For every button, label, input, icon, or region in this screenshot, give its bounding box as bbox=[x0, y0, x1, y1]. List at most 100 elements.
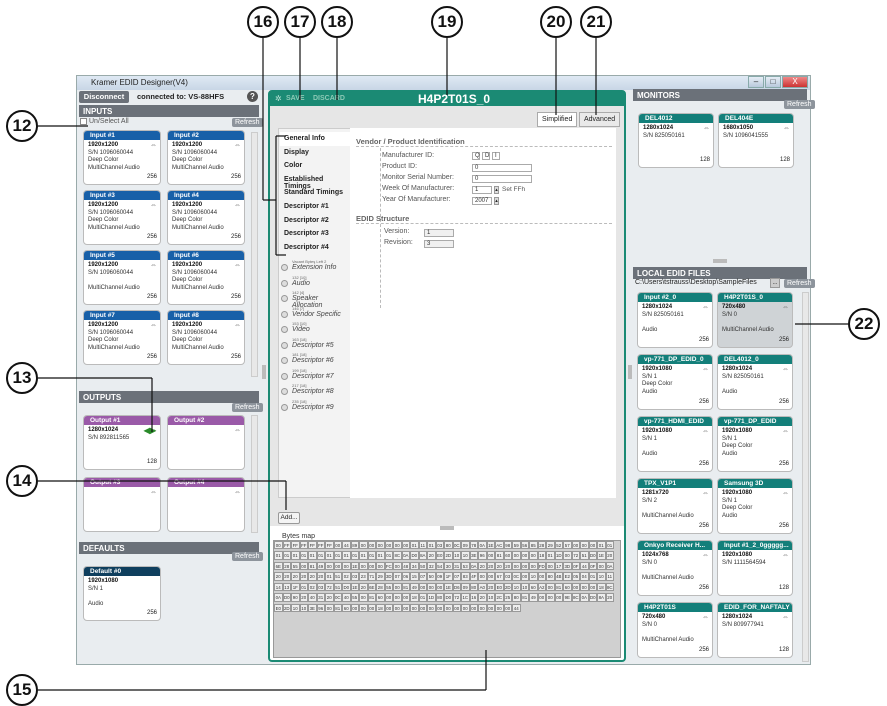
byte-cell[interactable]: 01 bbox=[299, 582, 308, 592]
nav-item[interactable]: General Info bbox=[280, 132, 350, 146]
byte-cell[interactable]: 11 bbox=[418, 541, 427, 550]
nav-item[interactable]: Descriptor #3 bbox=[280, 227, 350, 241]
byte-cell[interactable]: 01 bbox=[546, 551, 555, 560]
byte-cell[interactable]: 44 bbox=[342, 541, 351, 550]
byte-cell[interactable]: A0 bbox=[478, 582, 487, 592]
monitor-card[interactable]: DEL4012 ⇔ 1280x1024 S/N 825050161 128 bbox=[638, 113, 714, 168]
byte-cell[interactable]: 00 bbox=[563, 551, 572, 560]
byte-cell[interactable]: 01 bbox=[410, 541, 419, 550]
local-card[interactable]: Samsung 3D ⇔ 1920x1080 S/N 1 Deep Color Audio… bbox=[717, 478, 793, 534]
byte-cell[interactable]: 02 bbox=[308, 582, 317, 592]
byte-cell[interactable]: D0 bbox=[588, 551, 597, 560]
disconnect-button[interactable]: Disconnect bbox=[79, 91, 129, 103]
extension-block-item[interactable]: 153 [10] Video bbox=[278, 321, 350, 338]
byte-cell[interactable]: 04 bbox=[580, 572, 589, 581]
byte-cell[interactable]: 10 bbox=[299, 603, 308, 613]
byte-cell[interactable]: 0C bbox=[512, 572, 521, 581]
byte-cell[interactable]: 71 bbox=[367, 572, 376, 581]
byte-cell[interactable]: 56 bbox=[520, 541, 529, 550]
tab-simplified[interactable]: Simplified bbox=[537, 112, 578, 127]
extension-block-item[interactable]: 181 [18] Descriptor #6 bbox=[278, 352, 350, 369]
product-id-field[interactable]: 0 bbox=[472, 164, 532, 172]
byte-cell[interactable]: 1E bbox=[597, 551, 606, 560]
extension-block-item[interactable]: 132 [10] Audio bbox=[278, 275, 350, 292]
nav-item[interactable]: Descriptor #1 bbox=[280, 200, 350, 214]
byte-cell[interactable]: 96 bbox=[478, 551, 487, 560]
byte-cell[interactable]: 23 bbox=[359, 572, 368, 581]
byte-cell[interactable]: 0C bbox=[333, 593, 342, 602]
nav-item[interactable]: Descriptor #2 bbox=[280, 214, 350, 228]
byte-cell[interactable]: 50 bbox=[427, 572, 436, 581]
byte-cell[interactable]: 01 bbox=[316, 551, 325, 560]
defaults-refresh-button[interactable]: Refresh bbox=[232, 552, 263, 561]
byte-cell[interactable]: 30 bbox=[444, 561, 453, 571]
byte-cell[interactable]: 02 bbox=[342, 572, 351, 581]
output-card[interactable]: Output #4 ⇔ bbox=[167, 477, 245, 532]
byte-cell[interactable]: 00 bbox=[546, 582, 555, 592]
byte-cell[interactable]: 05 bbox=[571, 572, 580, 581]
byte-cell[interactable]: D0 bbox=[588, 593, 597, 602]
byte-cell[interactable]: 01 bbox=[342, 551, 351, 560]
byte-cell[interactable]: 00 bbox=[410, 603, 419, 613]
byte-cell[interactable]: 59 bbox=[512, 541, 521, 550]
input-card[interactable]: Input #1 ⇔ 1920x1200 S/N 1096060044 Deep Col… bbox=[83, 130, 161, 185]
byte-cell[interactable]: 29 bbox=[546, 541, 555, 550]
byte-cell[interactable]: 81 bbox=[333, 603, 342, 613]
byte-cell[interactable]: 00 bbox=[427, 603, 436, 613]
byte-cell[interactable]: 00 bbox=[393, 561, 402, 571]
byte-cell[interactable]: 00 bbox=[486, 603, 495, 613]
byte-cell[interactable]: 10 bbox=[512, 582, 521, 592]
byte-cell[interactable]: 31 bbox=[316, 593, 325, 602]
byte-cell[interactable]: 20 bbox=[486, 561, 495, 571]
byte-cell[interactable]: 00 bbox=[435, 603, 444, 613]
byte-cell[interactable]: 6E bbox=[274, 561, 283, 571]
byte-cell[interactable]: 60 bbox=[503, 551, 512, 560]
byte-cell[interactable]: 10 bbox=[452, 551, 461, 560]
byte-cell[interactable]: 1F bbox=[291, 582, 300, 592]
input-card[interactable]: Input #7 ⇔ 1920x1200 S/N 1096060044 Deep Col… bbox=[83, 310, 161, 365]
byte-cell[interactable]: 03 bbox=[435, 541, 444, 550]
byte-cell[interactable]: 20 bbox=[427, 551, 436, 560]
byte-cell[interactable]: 31 bbox=[452, 561, 461, 571]
byte-cell[interactable]: 00 bbox=[537, 593, 546, 602]
byte-cell[interactable]: 0A bbox=[401, 551, 410, 560]
local-card[interactable]: EDID_FOR_NAFTALY ⇔ 1280x1024 S/N 809977941 1… bbox=[717, 602, 793, 658]
byte-cell[interactable]: FF bbox=[291, 541, 300, 550]
byte-cell[interactable]: FF bbox=[282, 541, 291, 550]
local-card[interactable]: H4P2T01S_0 ⇔ 720x480 S/N 0 MultiChannel Audi… bbox=[717, 292, 793, 348]
byte-cell[interactable]: 1E bbox=[350, 561, 359, 571]
byte-cell[interactable]: 00 bbox=[401, 593, 410, 602]
byte-cell[interactable]: D0 bbox=[342, 582, 351, 592]
block-toggle-icon[interactable] bbox=[281, 326, 288, 333]
byte-cell[interactable]: 90 bbox=[291, 593, 300, 602]
byte-cell[interactable]: 01 bbox=[367, 551, 376, 560]
byte-cell[interactable]: 00 bbox=[588, 582, 597, 592]
byte-cell[interactable]: 8C bbox=[393, 551, 402, 560]
byte-cell[interactable]: 00 bbox=[580, 541, 589, 550]
local-card[interactable]: TPX_V1P1 ⇔ 1281x720 S/N 2 MultiChannel Audio… bbox=[637, 478, 713, 534]
byte-cell[interactable]: 72 bbox=[571, 551, 580, 560]
byte-cell[interactable]: 60 bbox=[342, 603, 351, 613]
local-card[interactable]: Input #1_2_0ggggg... ⇔ 1920x1080 S/N 111156… bbox=[717, 540, 793, 596]
byte-cell[interactable]: 1E bbox=[444, 582, 453, 592]
byte-cell[interactable]: 40 bbox=[342, 593, 351, 602]
byte-cell[interactable]: 8A bbox=[418, 551, 427, 560]
byte-cell[interactable]: 09 bbox=[461, 582, 470, 592]
byte-cell[interactable]: 00 bbox=[384, 593, 393, 602]
byte-cell[interactable]: 96 bbox=[316, 603, 325, 613]
byte-cell[interactable]: 48 bbox=[401, 561, 410, 571]
byte-cell[interactable]: 00 bbox=[571, 541, 580, 550]
byte-cell[interactable]: 01 bbox=[282, 551, 291, 560]
byte-cell[interactable]: 10 bbox=[486, 593, 495, 602]
byte-cell[interactable]: 3D bbox=[563, 561, 572, 571]
mid-splitter-handle[interactable] bbox=[628, 365, 632, 379]
byte-cell[interactable]: 00 bbox=[299, 561, 308, 571]
byte-cell[interactable]: 01 bbox=[376, 551, 385, 560]
byte-cell[interactable]: 00 bbox=[444, 603, 453, 613]
byte-cell[interactable]: 81 bbox=[367, 593, 376, 602]
byte-cell[interactable]: 00 bbox=[376, 561, 385, 571]
byte-cell[interactable]: 00 bbox=[384, 603, 393, 613]
byte-cell[interactable]: 9E bbox=[563, 593, 572, 602]
manufacturer-char-3[interactable]: I bbox=[492, 152, 500, 160]
input-card[interactable]: Input #2 ⇔ 1920x1200 S/N 1096060044 Deep Col… bbox=[167, 130, 245, 185]
